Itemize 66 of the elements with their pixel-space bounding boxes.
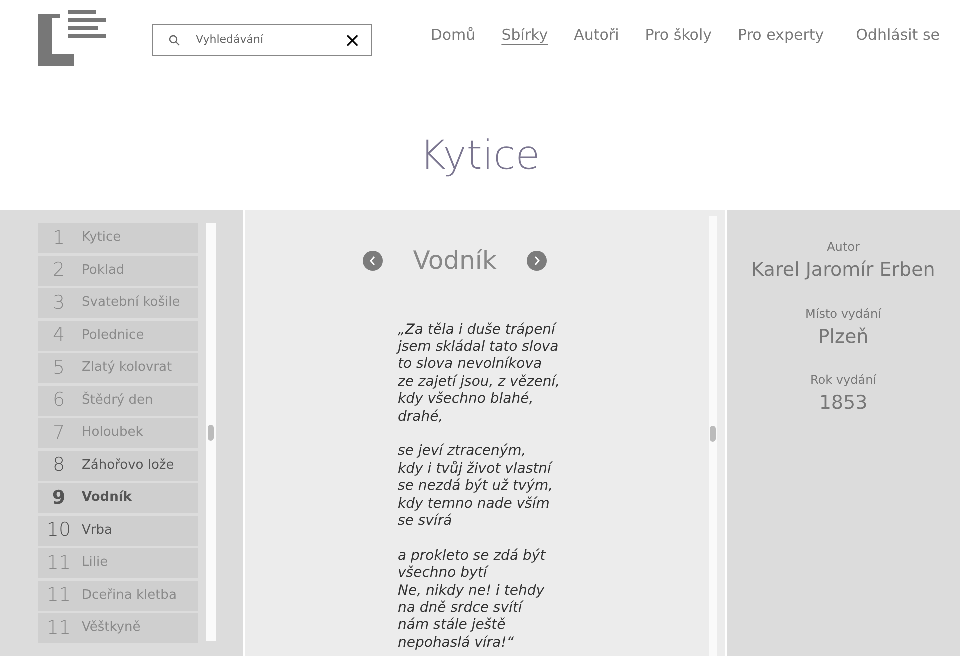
poem-list-item[interactable]: 7 Holoubek [38,418,198,448]
nav-link[interactable]: Pro školy [645,24,712,46]
poem-name: Štědrý den [82,390,154,410]
nav-link[interactable]: Sbírky [502,24,548,46]
scrollbar[interactable] [709,216,717,656]
detail-value: Plzeň [817,324,870,350]
poem-number: 8 [52,453,66,478]
poem-name: Polednice [82,326,144,345]
detail-value: 1853 [818,391,869,416]
poem-title: Vodník [413,245,497,277]
poem-number: 1 [52,226,66,251]
poem-stanza: se jeví ztraceným, kdy i tvůj život vlastní se nezdá být už tvým, kdy temno nade vším se svírá [398,443,554,530]
nav-link[interactable]: Odhlásit se [856,24,940,46]
poem-list-item[interactable]: 1 Kytice [38,223,198,253]
poem-list-item[interactable]: 11 Dceřina kletba [38,580,198,610]
poem-name: Poklad [82,262,125,280]
nav-link[interactable]: Pro experty [738,24,824,46]
poem-list-item[interactable]: 4 Polednice [38,320,198,350]
scrollbar[interactable] [206,223,216,641]
poem-stanza: a prokleto se zdá být všechno bytí Ne, nikdy ne! i tehdy na dně srdce svítí nám stále ještě nepohaslá víra!“ [398,548,547,652]
poem-number: 11 [46,616,72,641]
poem-number: 10 [46,518,72,544]
previous-button[interactable] [363,250,384,271]
poem-name: Záhořovo lože [82,456,174,475]
poem-list-item[interactable]: 11 Lilie [38,548,198,578]
poem-number: 4 [52,323,66,348]
poem-name: Věštkyně [82,619,141,638]
poem-name: Vodník [82,489,132,508]
poem-list-item[interactable]: 11 Věštkyně [38,613,198,643]
clear-button[interactable]: × [344,30,361,50]
poem-name: Kytice [82,229,122,248]
next-button[interactable] [526,250,547,271]
poem-number: 9 [51,486,67,511]
search-icon [169,34,180,46]
poem-number: 6 [52,388,66,414]
poem-list-item[interactable]: 2 Poklad [38,256,198,286]
poem-name: Svatební košile [82,294,180,312]
search-field[interactable]: Vyhledávání × [152,24,372,56]
poem-number: 7 [52,420,66,446]
poem-name: Dceřina kletba [82,586,177,605]
poem-number: 3 [52,290,66,316]
logo[interactable] [38,10,106,66]
poem-name: Vrba [82,522,112,540]
poem-number: 11 [46,550,72,576]
poem-list-item[interactable]: 10 Vrba [38,516,198,546]
poem-name: Zlatý kolovrat [82,359,172,378]
poem-number: 11 [46,583,72,608]
poem-number: 5 [52,356,66,381]
detail-label: Místo vydání [804,306,882,322]
chevron-right-icon [532,256,541,266]
detail-label: Autor [826,239,861,256]
nav-link[interactable]: Domů [430,24,476,46]
poem-list-item[interactable]: 9 Vodník [38,483,198,513]
poem-name: Lilie [82,554,108,572]
page-title: Kytice [418,132,542,181]
poem-number: 2 [52,258,66,284]
poem-list-item[interactable]: 3 Svatební košile [38,288,198,318]
nav-link[interactable]: Autoři [574,24,620,46]
poem-list-item[interactable]: 8 Záhořovo lože [38,450,198,480]
poem-stanza: „Za těla i duše trápení jsem skládal tato slova to slova nevolníkova ze zajetí jsou, z vězení, kdy všechno blahé, drahé, [398,322,562,426]
chevron-left-icon [369,256,378,266]
poem-list-item[interactable]: 6 Štědrý den [38,386,198,416]
poem-name: Holoubek [82,424,144,442]
detail-value: Karel Jaromír Erben [750,258,936,283]
detail-label: Rok vydání [809,372,878,389]
poem-list-item[interactable]: 5 Zlatý kolovrat [38,353,198,383]
